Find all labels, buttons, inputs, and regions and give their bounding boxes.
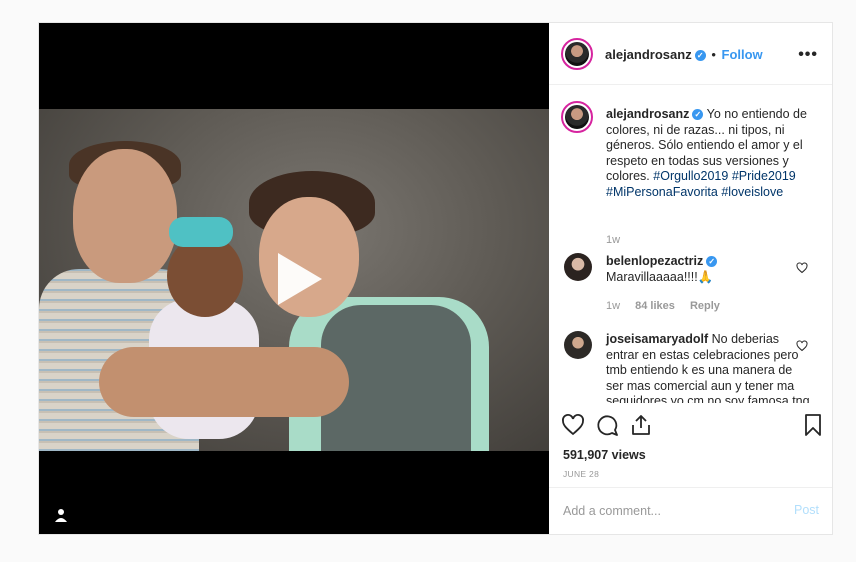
post-sidebar: alejandrosanz ✓ • Follow ••• alejandrosan… xyxy=(549,23,832,534)
caption-username[interactable]: alejandrosanz xyxy=(606,107,689,121)
baby-bow xyxy=(169,217,233,247)
verified-badge-icon: ✓ xyxy=(706,256,718,267)
share-icon[interactable] xyxy=(629,413,653,437)
caption-avatar[interactable] xyxy=(561,101,593,133)
comment-icon[interactable] xyxy=(595,413,619,437)
hashtag[interactable]: #MiPersonaFavorita xyxy=(606,185,718,199)
comment-time[interactable]: 1w xyxy=(606,300,620,312)
view-count[interactable]: 591,907 views xyxy=(563,448,646,462)
hashtag[interactable]: #loveislove xyxy=(721,185,783,199)
comment-likes[interactable]: 84 likes xyxy=(635,300,675,312)
man-left-face xyxy=(73,149,177,283)
baby-head xyxy=(167,235,243,317)
more-options-icon[interactable]: ••• xyxy=(798,46,818,64)
commenter-avatar[interactable] xyxy=(564,331,592,359)
comment-input[interactable] xyxy=(563,502,783,520)
post-date[interactable]: JUNE 28 xyxy=(563,469,599,479)
comment-text: belenlopezactriz ✓ Maravillaaaaa!!!!🙏 xyxy=(606,254,811,285)
user-icon[interactable] xyxy=(53,507,69,523)
action-bar xyxy=(549,403,832,443)
play-icon[interactable] xyxy=(266,249,326,309)
comment-meta: 1w 84 likes Reply xyxy=(606,300,732,312)
caption-meta: 1w xyxy=(606,234,632,246)
comment-like-heart-icon[interactable] xyxy=(796,339,808,352)
caption-text: alejandrosanz ✓ Yo no entiendo de colores… xyxy=(606,107,811,200)
comment-text: joseisamaryadolf No deberias entrar en e… xyxy=(606,332,811,403)
comments-list[interactable]: alejandrosanz ✓ Yo no entiendo de colores… xyxy=(549,85,832,403)
bookmark-icon[interactable] xyxy=(801,413,825,437)
reply-button[interactable]: Reply xyxy=(690,300,720,312)
author-avatar[interactable] xyxy=(561,38,593,70)
hashtag[interactable]: #Orgullo2019 xyxy=(653,169,728,183)
dot-separator: • xyxy=(711,47,716,62)
author-username[interactable]: alejandrosanz xyxy=(605,47,692,62)
verified-badge-icon: ✓ xyxy=(694,50,706,61)
caption-time[interactable]: 1w xyxy=(606,234,620,246)
add-comment-section: Post xyxy=(549,487,832,534)
verified-badge-icon: ✓ xyxy=(692,109,704,120)
header-user-row: alejandrosanz ✓ • Follow xyxy=(605,47,763,62)
arms xyxy=(99,347,349,417)
commenter-username[interactable]: joseisamaryadolf xyxy=(606,332,708,346)
commenter-avatar[interactable] xyxy=(564,253,592,281)
instagram-post: alejandrosanz ✓ • Follow ••• alejandrosan… xyxy=(38,22,833,535)
video-player[interactable] xyxy=(39,23,549,534)
heart-icon[interactable] xyxy=(561,413,585,437)
comment-body: Maravillaaaaa!!!!🙏 xyxy=(606,269,714,284)
follow-button[interactable]: Follow xyxy=(722,47,763,62)
post-header: alejandrosanz ✓ • Follow ••• xyxy=(549,23,832,85)
hashtag[interactable]: #Pride2019 xyxy=(732,169,796,183)
commenter-username[interactable]: belenlopezactriz xyxy=(606,254,703,268)
comment-like-heart-icon[interactable] xyxy=(796,261,808,274)
post-comment-button[interactable]: Post xyxy=(794,503,819,517)
